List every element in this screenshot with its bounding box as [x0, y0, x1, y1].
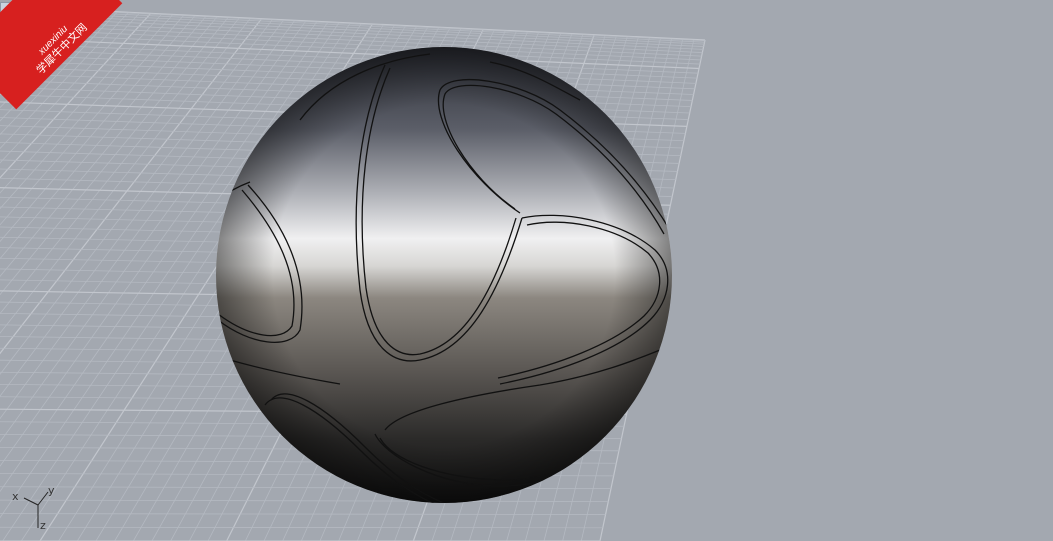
axis-x-label: x [12, 490, 19, 503]
perspective-viewport[interactable]: ive ▼ xuexiniu 学犀牛中文网 x y z [0, 0, 1053, 541]
axis-z-label: z [40, 519, 46, 532]
viewport-scene[interactable] [0, 0, 1053, 541]
axis-y-label: y [48, 484, 55, 497]
